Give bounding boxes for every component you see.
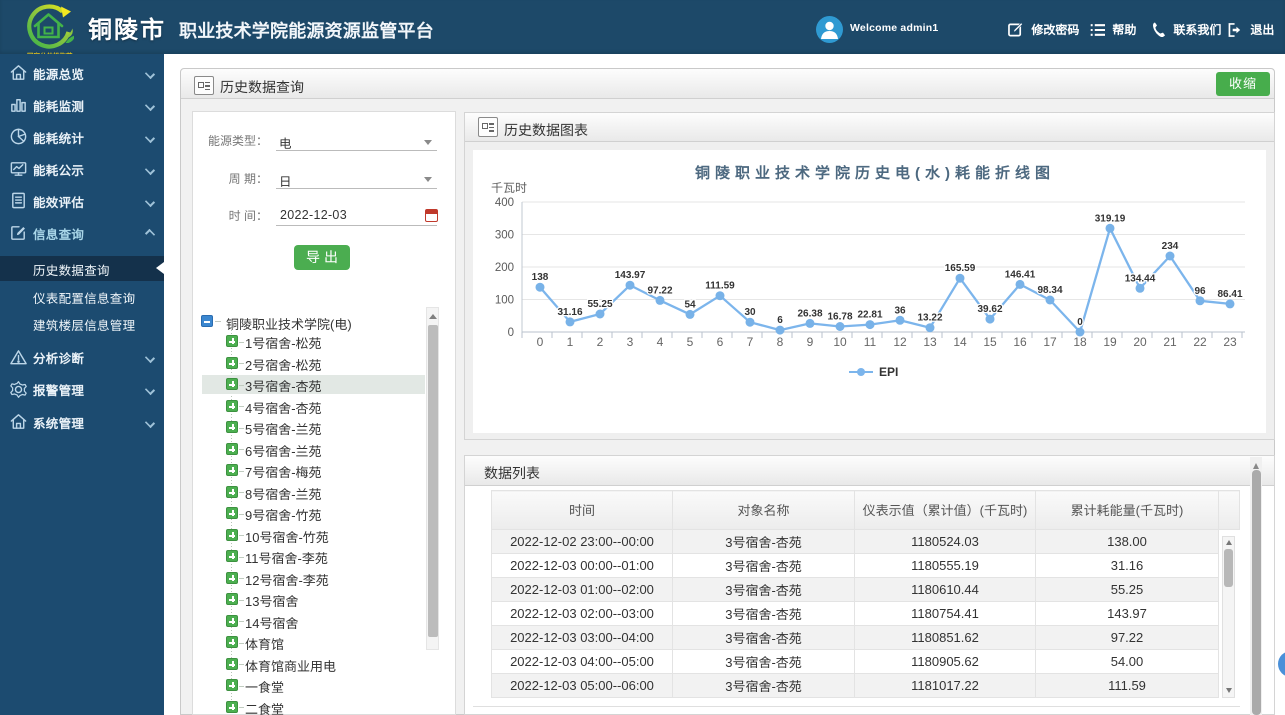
svg-text:21: 21 [1163,335,1177,349]
svg-text:6: 6 [777,315,783,326]
svg-text:12: 12 [893,335,907,349]
svg-text:138: 138 [532,272,549,283]
svg-text:111.59: 111.59 [705,281,735,292]
svg-text:1: 1 [567,335,574,349]
svg-text:15: 15 [983,335,997,349]
svg-text:EPI: EPI [879,365,898,379]
svg-text:17: 17 [1043,335,1057,349]
svg-text:20: 20 [1133,335,1147,349]
svg-text:39.62: 39.62 [977,304,1002,315]
svg-text:97.22: 97.22 [647,285,672,296]
svg-text:400: 400 [495,197,514,209]
svg-text:16.78: 16.78 [827,312,852,323]
svg-text:18: 18 [1073,335,1087,349]
svg-text:0: 0 [508,327,514,339]
svg-text:100: 100 [495,295,514,307]
svg-text:0: 0 [1077,317,1083,328]
svg-text:22.81: 22.81 [857,310,882,321]
svg-text:8: 8 [777,335,784,349]
svg-text:铜陵职业技术学院历史电(水)耗能折线图: 铜陵职业技术学院历史电(水)耗能折线图 [695,164,1055,182]
svg-text:146.41: 146.41 [1005,269,1036,280]
svg-text:165.59: 165.59 [945,263,976,274]
svg-text:4: 4 [657,335,664,349]
svg-text:319.19: 319.19 [1095,213,1126,224]
svg-text:6: 6 [717,335,724,349]
svg-text:23: 23 [1223,335,1237,349]
svg-text:31.16: 31.16 [557,307,582,318]
svg-text:2: 2 [597,335,604,349]
svg-text:26.38: 26.38 [797,308,822,319]
svg-text:5: 5 [687,335,694,349]
svg-text:200: 200 [495,262,514,274]
svg-text:22: 22 [1193,335,1207,349]
svg-text:13: 13 [923,335,937,349]
svg-text:86.41: 86.41 [1217,289,1242,300]
svg-text:10: 10 [833,335,847,349]
svg-text:16: 16 [1013,335,1027,349]
svg-text:千瓦时: 千瓦时 [491,181,527,195]
svg-text:134.44: 134.44 [1125,273,1156,284]
svg-text:143.97: 143.97 [615,270,646,281]
svg-text:98.34: 98.34 [1037,285,1062,296]
svg-text:13.22: 13.22 [917,313,942,324]
svg-text:55.25: 55.25 [587,299,612,310]
svg-text:0: 0 [537,335,544,349]
svg-text:300: 300 [495,230,514,242]
svg-text:9: 9 [807,335,814,349]
svg-text:54: 54 [684,299,696,310]
svg-text:30: 30 [744,307,756,318]
svg-text:14: 14 [953,335,967,349]
svg-text:3: 3 [627,335,634,349]
svg-text:36: 36 [894,305,906,316]
svg-text:11: 11 [864,335,877,349]
svg-text:96: 96 [1194,286,1206,297]
svg-text:19: 19 [1103,335,1117,349]
svg-text:7: 7 [747,335,754,349]
svg-text:234: 234 [1162,241,1179,252]
